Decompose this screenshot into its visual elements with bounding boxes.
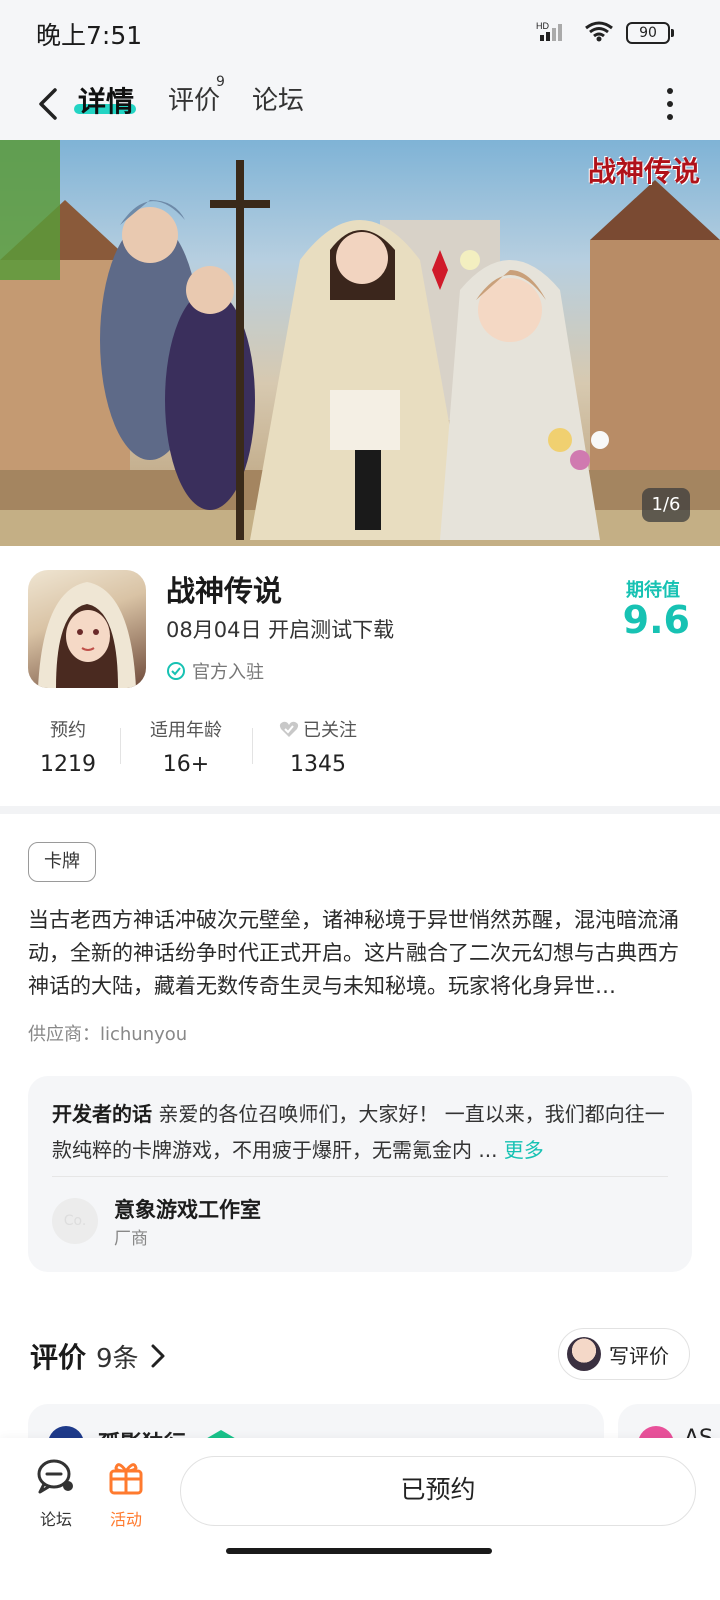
- expectation-score: 9.6: [622, 598, 690, 642]
- official-badge: 官方入驻: [166, 658, 264, 684]
- chat-bubble-icon: [37, 1459, 73, 1494]
- nav-bar: 详情 评价 9 论坛: [0, 68, 720, 140]
- heart-check-icon: [279, 721, 299, 737]
- chevron-right-icon: [151, 1344, 165, 1368]
- supplier-info: 供应商：lichunyou: [28, 1024, 188, 1045]
- divider: [252, 728, 253, 764]
- reviews-header[interactable]: 评价 9条: [30, 1336, 167, 1376]
- followed-label-row: 已关注: [272, 716, 364, 742]
- signal-icon: HD: [536, 20, 572, 46]
- wifi-icon: [584, 20, 614, 46]
- status-icons: HD 90: [536, 20, 674, 46]
- banner-artwork: [0, 140, 720, 546]
- developer-heading: 开发者的话: [52, 1102, 152, 1126]
- reviews-count: 9条: [96, 1343, 139, 1374]
- genre-tag[interactable]: 卡牌: [28, 842, 96, 882]
- game-logo: 战神传说: [587, 155, 700, 188]
- banner-page-indicator: 1/6: [642, 488, 690, 522]
- stats-row: 预约 1219 适用年龄 16+ 已关注 1345: [0, 716, 720, 796]
- stat-value: 1219: [40, 752, 96, 777]
- stat-label: 预约: [50, 720, 86, 741]
- status-time: 晚上7:51: [36, 21, 143, 50]
- more-options-button[interactable]: [660, 84, 680, 124]
- developer-message: 开发者的话 亲爱的各位召唤师们，大家好！ 一直以来，我们都向往一款纯粹的卡牌游戏…: [52, 1096, 672, 1168]
- divider: [52, 1176, 668, 1177]
- activity-label: 活动: [109, 1510, 142, 1529]
- developer-avatar: Co.: [52, 1198, 98, 1244]
- bottom-action-bar: 论坛 活动 已预约: [0, 1438, 720, 1600]
- forum-label: 论坛: [39, 1510, 72, 1529]
- official-label: 官方入驻: [192, 662, 264, 683]
- tab-forum[interactable]: 论坛: [252, 80, 304, 117]
- developer-name[interactable]: 意象游戏工作室: [114, 1194, 261, 1224]
- chevron-left-icon: [39, 88, 57, 120]
- game-icon: [28, 570, 146, 688]
- write-review-button[interactable]: 写评价: [558, 1328, 690, 1380]
- game-title: 战神传说: [166, 574, 283, 608]
- write-review-label: 写评价: [609, 1343, 669, 1368]
- game-description[interactable]: 当古老西方神话冲破次元壁垒，诸神秘境于异世悄然苏醒，混沌暗流涌动，全新的神话纷争…: [28, 904, 692, 1003]
- game-info-section: 战神传说 08月04日 开启测试下载 官方入驻 期待值 9.6 预约 1219 …: [0, 546, 720, 810]
- reserved-button[interactable]: 已预约: [180, 1456, 696, 1526]
- back-button[interactable]: [28, 82, 68, 126]
- game-icon-art: [38, 582, 136, 688]
- home-indicator[interactable]: [226, 1548, 492, 1554]
- review-count-superscript: 9: [216, 74, 225, 90]
- gift-icon: [109, 1463, 143, 1495]
- battery-icon: 90: [626, 22, 674, 44]
- test-date: 08月04日 开启测试下载: [166, 618, 395, 642]
- stat-followers[interactable]: 已关注 1345: [272, 716, 364, 777]
- check-circle-icon: [167, 662, 185, 680]
- stat-reservations: 预约 1219: [40, 716, 96, 777]
- avatar: [567, 1337, 601, 1371]
- stat-value: 1345: [290, 752, 346, 777]
- divider: [120, 728, 121, 764]
- forum-button[interactable]: 论坛: [28, 1458, 84, 1530]
- tab-detail[interactable]: 详情: [78, 80, 134, 120]
- tab-review[interactable]: 评价: [168, 80, 220, 117]
- stat-label: 适用年龄: [150, 720, 222, 741]
- stat-age-rating: 适用年龄 16+: [144, 716, 228, 777]
- developer-role: 厂商: [114, 1229, 148, 1249]
- section-separator: [0, 806, 720, 814]
- svg-text:HD: HD: [536, 21, 549, 31]
- status-bar: 晚上7:51 HD 90: [0, 0, 720, 68]
- developer-card[interactable]: 开发者的话 亲爱的各位召唤师们，大家好！ 一直以来，我们都向往一款纯粹的卡牌游戏…: [28, 1076, 692, 1272]
- activity-button[interactable]: 活动: [98, 1458, 154, 1530]
- reviews-title: 评价: [30, 1341, 87, 1374]
- banner-carousel[interactable]: 战神传说 1/6: [0, 140, 720, 546]
- stat-value: 16+: [162, 752, 210, 777]
- more-link[interactable]: 更多: [504, 1138, 544, 1162]
